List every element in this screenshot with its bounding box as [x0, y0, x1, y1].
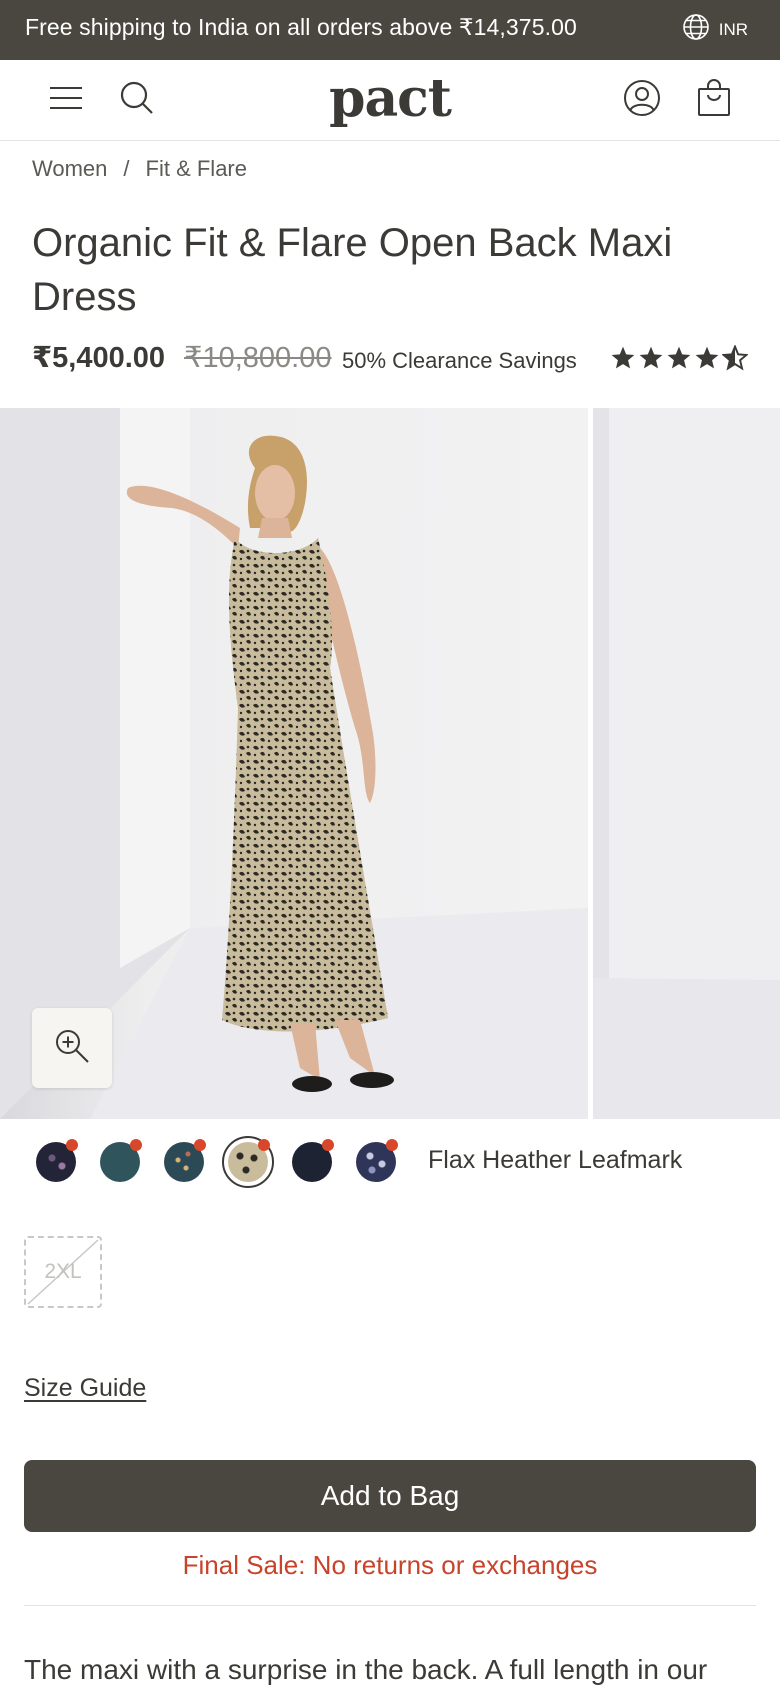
add-to-bag-button[interactable]: Add to Bag	[24, 1460, 756, 1532]
bag-button[interactable]	[691, 77, 737, 123]
color-swatch[interactable]	[152, 1132, 216, 1192]
rating-stars[interactable]	[610, 345, 748, 371]
breadcrumb-women[interactable]: Women	[32, 156, 107, 182]
currency-label: INR	[718, 19, 748, 39]
color-swatch[interactable]	[280, 1132, 344, 1192]
size-guide-link[interactable]: Size Guide	[24, 1374, 146, 1403]
breadcrumb: Women / Fit & Flare	[32, 156, 247, 182]
globe-icon	[681, 12, 711, 47]
product-description: The maxi with a surprise in the back. A …	[24, 1654, 708, 1685]
currency-selector[interactable]: INR	[681, 12, 748, 47]
final-sale-notice: Final Sale: No returns or exchanges	[182, 1550, 598, 1580]
account-button[interactable]	[619, 77, 665, 123]
half-star-icon	[722, 345, 748, 371]
star-icon	[611, 346, 635, 369]
product-title: Organic Fit & Flare Open Back Maxi Dress	[32, 221, 673, 319]
zoom-button[interactable]	[32, 1008, 112, 1088]
product-gallery[interactable]	[0, 408, 780, 1119]
star-icon	[695, 346, 719, 369]
breadcrumb-separator: /	[123, 156, 130, 181]
color-swatches	[24, 1132, 408, 1192]
sale-dot	[66, 1139, 78, 1151]
sale-price: ₹5,400.00	[32, 342, 166, 374]
color-swatch[interactable]	[88, 1132, 152, 1192]
star-icon	[639, 346, 663, 369]
sale-dot	[130, 1139, 142, 1151]
announcement-text: Free shipping to India on all orders abo…	[25, 14, 577, 40]
site-header: pact	[0, 60, 780, 141]
sale-dot	[322, 1139, 334, 1151]
sale-dot	[386, 1139, 398, 1151]
savings-text: 50% Clearance Savings	[342, 348, 577, 373]
compare-price: ₹10,800.00	[184, 342, 332, 374]
color-swatch-selected[interactable]	[216, 1132, 280, 1192]
selected-color-name: Flax Heather Leafmark	[428, 1146, 683, 1174]
bag-icon	[697, 78, 731, 122]
sale-dot	[194, 1139, 206, 1151]
breadcrumb-fit-flare[interactable]: Fit & Flare	[146, 156, 247, 182]
price-row: ₹5,400.00 ₹10,800.00 50% Clearance Savin…	[32, 340, 752, 384]
product-image-next[interactable]	[593, 408, 780, 1119]
sale-dot	[258, 1139, 270, 1151]
divider	[24, 1605, 756, 1606]
size-option-2xl[interactable]: 2XL	[24, 1236, 102, 1308]
color-swatch[interactable]	[24, 1132, 88, 1192]
logo-text: pact	[329, 68, 452, 129]
account-icon	[623, 79, 661, 122]
color-swatch[interactable]	[344, 1132, 408, 1192]
star-icon	[667, 346, 691, 369]
zoom-in-icon	[53, 1027, 91, 1070]
size-label: 2XL	[44, 1260, 82, 1283]
announcement-bar: Free shipping to India on all orders abo…	[0, 0, 780, 60]
